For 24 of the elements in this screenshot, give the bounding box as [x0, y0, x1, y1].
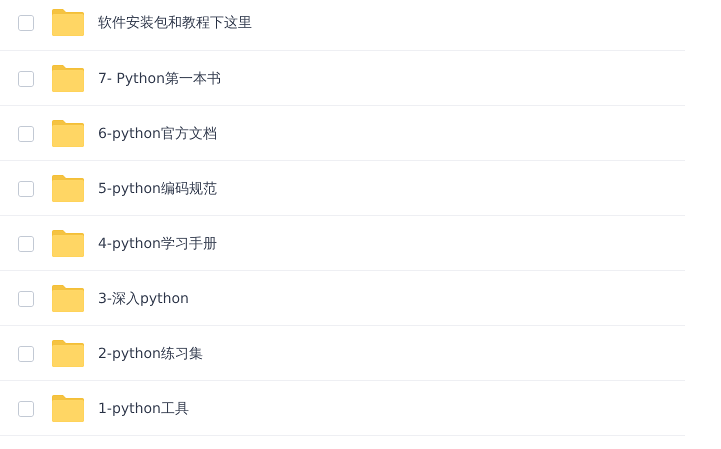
folder-name[interactable]: 3-深入python: [98, 290, 189, 308]
folder-icon: [52, 340, 84, 367]
folder-name[interactable]: 6-python官方文档: [98, 124, 217, 142]
folder-icon: [52, 285, 84, 312]
folder-icon: [52, 230, 84, 257]
checkbox[interactable]: [18, 290, 34, 306]
folder-icon: [52, 395, 84, 422]
folder-name[interactable]: 1-python工具: [98, 400, 189, 418]
folder-name[interactable]: 5-python编码规范: [98, 180, 217, 198]
checkbox[interactable]: [18, 400, 34, 416]
folder-icon: [52, 120, 84, 147]
folder-icon: [52, 9, 84, 36]
folder-name[interactable]: 7- Python第一本书: [98, 70, 221, 88]
checkbox[interactable]: [18, 346, 34, 362]
folder-name[interactable]: 2-python练习集: [98, 344, 203, 362]
folder-name[interactable]: 4-python学习手册: [98, 234, 217, 252]
folder-icon: [52, 175, 84, 202]
checkbox[interactable]: [18, 14, 34, 30]
checkbox[interactable]: [18, 236, 34, 252]
folder-icon: [52, 65, 84, 92]
folder-name[interactable]: 软件安装包和教程下这里: [98, 14, 252, 32]
checkbox[interactable]: [18, 126, 34, 142]
checkbox[interactable]: [18, 180, 34, 196]
checkbox[interactable]: [18, 70, 34, 86]
